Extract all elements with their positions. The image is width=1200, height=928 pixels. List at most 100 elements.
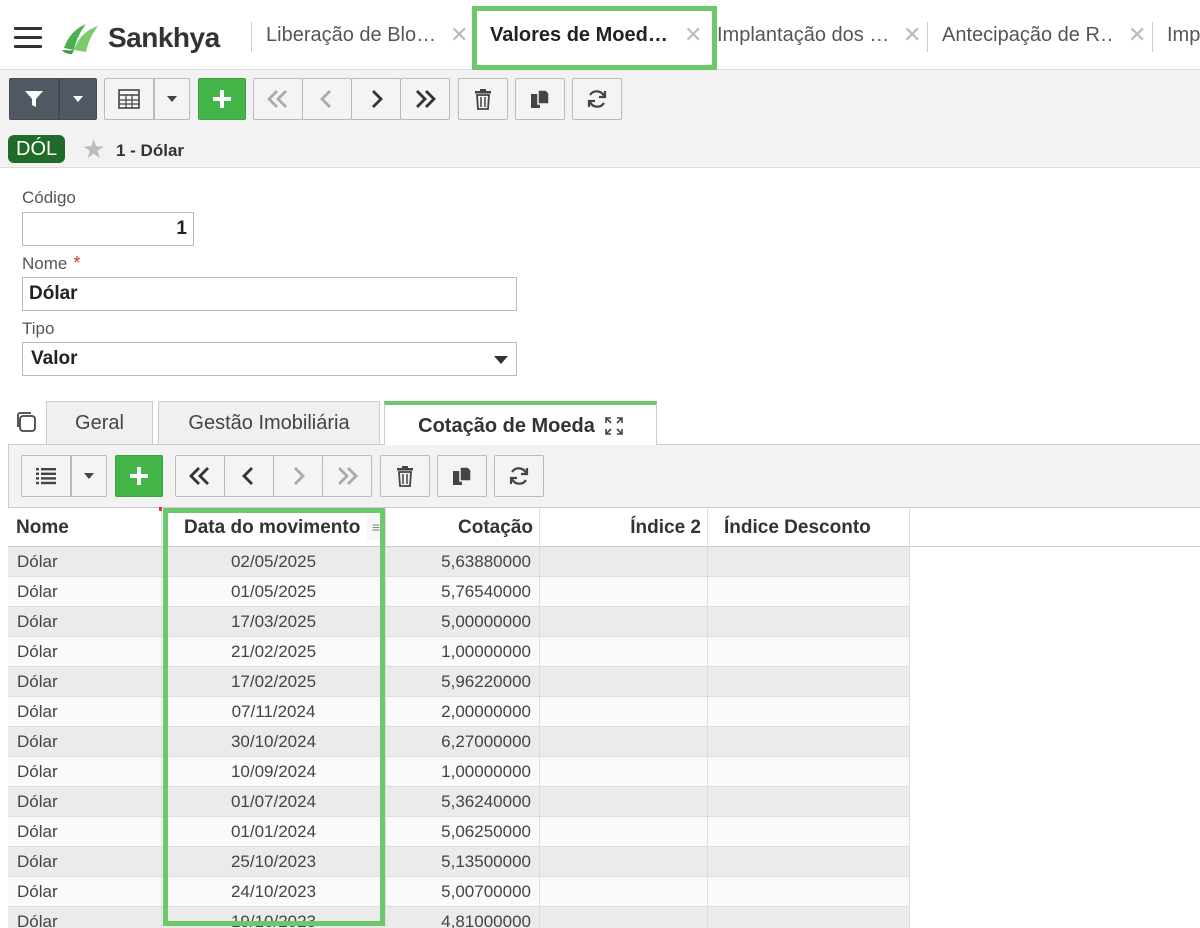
table-row[interactable]: Dólar 01/01/2024 5,06250000 bbox=[8, 817, 910, 847]
table-row[interactable]: Dólar 01/05/2025 5,76540000 bbox=[8, 577, 910, 607]
cell-data-do-movimento: 30/10/2024 bbox=[162, 727, 386, 757]
hamburger-icon[interactable] bbox=[14, 27, 42, 49]
cell-nome: Dólar bbox=[8, 577, 162, 607]
table-row[interactable]: Dólar 07/11/2024 2,00000000 bbox=[8, 697, 910, 727]
tab-implantacao[interactable]: Implantação dos … ✕ bbox=[717, 0, 923, 70]
table-row[interactable]: Dólar 24/10/2023 5,00700000 bbox=[8, 877, 910, 907]
filter-button[interactable] bbox=[9, 78, 59, 120]
sankhya-logo: Sankhya bbox=[60, 20, 220, 56]
table-row[interactable]: Dólar 30/10/2024 6,27000000 bbox=[8, 727, 910, 757]
refresh-button[interactable] bbox=[572, 78, 622, 120]
column-header-nome[interactable]: Nome bbox=[8, 508, 162, 547]
cell-indice-desconto bbox=[708, 787, 910, 817]
table-row[interactable]: Dólar 25/10/2023 5,13500000 bbox=[8, 847, 910, 877]
tab-label: Implantação dos … bbox=[717, 23, 889, 46]
tab-liberacao[interactable]: Liberação de Blo… ✕ bbox=[266, 0, 470, 70]
expand-icon[interactable] bbox=[605, 417, 623, 435]
cell-nome: Dólar bbox=[8, 697, 162, 727]
tipo-select[interactable]: Valor bbox=[22, 342, 517, 376]
cell-nome: Dólar bbox=[8, 817, 162, 847]
tab-gestao-imobiliaria[interactable]: Gestão Imobiliária bbox=[158, 401, 380, 445]
tab-cotacao-de-moeda[interactable]: Cotação de Moeda bbox=[384, 401, 657, 447]
tab-antecipacao[interactable]: Antecipação de R… ✕ bbox=[942, 0, 1148, 70]
cell-indice-desconto bbox=[708, 697, 910, 727]
previous-icon bbox=[242, 467, 253, 485]
tab-imp[interactable]: Imp bbox=[1167, 0, 1200, 70]
nome-label: Nome * bbox=[22, 253, 80, 274]
first-record-button[interactable] bbox=[253, 78, 303, 120]
delete-button[interactable] bbox=[458, 78, 508, 120]
filter-icon bbox=[25, 91, 43, 107]
column-header-indice-2[interactable]: Índice 2 bbox=[540, 508, 708, 547]
table-row[interactable]: Dólar 01/07/2024 5,36240000 bbox=[8, 787, 910, 817]
column-header-data-do-movimento[interactable]: Data do movimento ≡ bbox=[162, 508, 386, 547]
table-row[interactable]: Dólar 10/09/2024 1,00000000 bbox=[8, 757, 910, 787]
table-row[interactable]: Dólar 17/02/2025 5,96220000 bbox=[8, 667, 910, 697]
next-record-button[interactable] bbox=[351, 78, 401, 120]
grid-view-dropdown-button[interactable] bbox=[154, 78, 190, 120]
cell-indice-desconto bbox=[708, 757, 910, 787]
column-header-cotacao[interactable]: Cotação bbox=[386, 508, 540, 547]
refresh-icon bbox=[587, 90, 607, 108]
cell-data-do-movimento: 02/05/2025 bbox=[162, 547, 386, 577]
filter-dropdown-button[interactable] bbox=[59, 78, 97, 120]
star-icon[interactable]: ★ bbox=[82, 136, 105, 162]
record-header: DÓL ★ 1 - Dólar bbox=[0, 132, 1200, 168]
cell-cotacao: 5,36240000 bbox=[386, 787, 540, 817]
cell-data-do-movimento: 24/10/2023 bbox=[162, 877, 386, 907]
duplicate-button[interactable] bbox=[515, 78, 565, 120]
close-icon[interactable]: ✕ bbox=[1128, 22, 1146, 48]
previous-record-button[interactable] bbox=[302, 78, 352, 120]
add-button[interactable] bbox=[198, 78, 246, 120]
next-row-button[interactable] bbox=[273, 455, 323, 497]
cell-cotacao: 5,00700000 bbox=[386, 877, 540, 907]
cell-indice-2 bbox=[540, 907, 708, 928]
cell-indice-desconto bbox=[708, 547, 910, 577]
tab-label: Imp bbox=[1167, 23, 1200, 46]
tab-label: Liberação de Blo… bbox=[266, 23, 436, 46]
delete-row-button[interactable] bbox=[380, 455, 430, 497]
first-row-button[interactable] bbox=[175, 455, 225, 497]
cell-indice-2 bbox=[540, 697, 708, 727]
cell-nome: Dólar bbox=[8, 787, 162, 817]
cell-indice-2 bbox=[540, 727, 708, 757]
nome-field[interactable]: Dólar bbox=[22, 277, 517, 311]
cell-indice-desconto bbox=[708, 607, 910, 637]
list-view-icon bbox=[36, 468, 56, 485]
refresh-grid-button[interactable] bbox=[494, 455, 544, 497]
first-page-icon bbox=[189, 467, 209, 485]
copy-icon[interactable] bbox=[14, 410, 38, 434]
grid-view-button[interactable] bbox=[104, 78, 154, 120]
table-row[interactable]: Dólar 17/03/2025 5,00000000 bbox=[8, 607, 910, 637]
trash-icon bbox=[397, 466, 413, 487]
cell-nome: Dólar bbox=[8, 907, 162, 928]
add-row-button[interactable] bbox=[115, 455, 163, 497]
table-row[interactable]: Dólar 02/05/2025 5,63880000 bbox=[8, 547, 910, 577]
column-header-indice-desconto[interactable]: Índice Desconto bbox=[708, 508, 910, 547]
duplicate-row-button[interactable] bbox=[437, 455, 487, 497]
cell-indice-2 bbox=[540, 757, 708, 787]
table-row[interactable]: Dólar 19/10/2023 4,81000000 bbox=[8, 907, 910, 928]
previous-icon bbox=[320, 90, 331, 108]
list-view-dropdown-button[interactable] bbox=[71, 455, 107, 497]
tab-geral[interactable]: Geral bbox=[46, 401, 153, 445]
cell-data-do-movimento: 01/01/2024 bbox=[162, 817, 386, 847]
last-row-button[interactable] bbox=[322, 455, 372, 497]
tab-label: Gestão Imobiliária bbox=[188, 412, 350, 434]
cell-indice-2 bbox=[540, 877, 708, 907]
previous-row-button[interactable] bbox=[224, 455, 274, 497]
cell-indice-desconto bbox=[708, 817, 910, 847]
cell-indice-2 bbox=[540, 637, 708, 667]
last-record-button[interactable] bbox=[400, 78, 450, 120]
codigo-field[interactable]: 1 bbox=[22, 212, 194, 246]
trash-icon bbox=[475, 89, 491, 110]
list-view-button[interactable] bbox=[21, 455, 71, 497]
column-menu-icon[interactable]: ≡ bbox=[367, 514, 385, 540]
cell-nome: Dólar bbox=[8, 727, 162, 757]
cell-indice-2 bbox=[540, 577, 708, 607]
cell-indice-2 bbox=[540, 547, 708, 577]
cell-indice-desconto bbox=[708, 907, 910, 928]
close-icon[interactable]: ✕ bbox=[903, 22, 921, 48]
close-icon[interactable]: ✕ bbox=[450, 22, 468, 48]
table-row[interactable]: Dólar 21/02/2025 1,00000000 bbox=[8, 637, 910, 667]
